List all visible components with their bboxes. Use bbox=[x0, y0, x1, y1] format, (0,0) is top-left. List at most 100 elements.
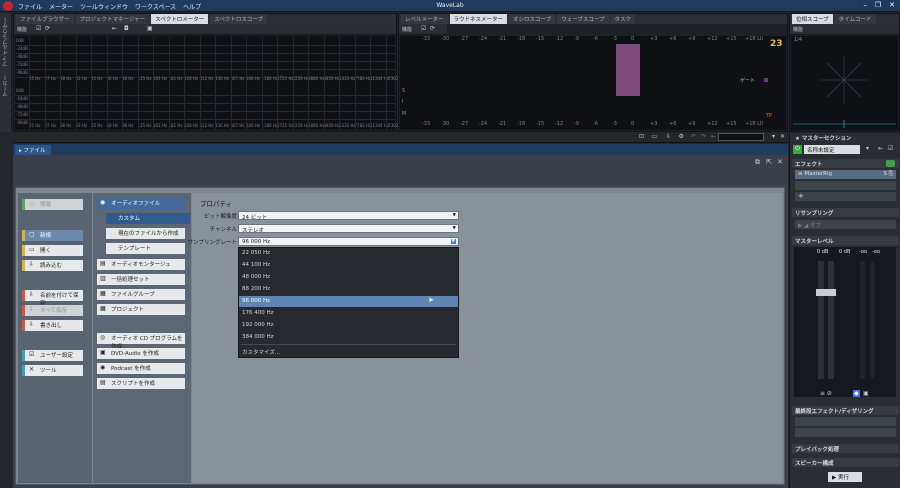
minimize-icon[interactable]: – bbox=[863, 1, 867, 9]
bit-depth-select[interactable]: 24 ビット ▼ bbox=[238, 211, 459, 221]
master-level-header[interactable]: マスターレベル bbox=[792, 236, 899, 245]
first-icon[interactable]: ⇤ bbox=[112, 25, 117, 32]
down-arrow-icon[interactable]: ▾ bbox=[772, 133, 775, 140]
nav-tools[interactable]: ✕ ツール bbox=[22, 365, 83, 376]
option-192000[interactable]: 192 000 Hz bbox=[239, 320, 458, 331]
nav-info[interactable]: ⓘ 情報 bbox=[22, 199, 83, 210]
dock-marker[interactable]: マーカー bbox=[2, 75, 10, 97]
resampling-header[interactable]: リサンプリング bbox=[792, 208, 899, 217]
type-script[interactable]: ▤ スクリプトを作成 bbox=[97, 378, 185, 389]
option-176400[interactable]: 176 400 Hz bbox=[239, 308, 458, 319]
type-project[interactable]: ▦ プロジェクト bbox=[97, 304, 185, 315]
open-file-icon[interactable]: ⊡ bbox=[639, 133, 644, 140]
close-file-view-icon[interactable]: ✕ bbox=[777, 158, 783, 166]
effects-header[interactable]: エフェクト bbox=[792, 159, 899, 168]
solo-icon[interactable]: S ⎘ bbox=[883, 171, 893, 178]
undo-icon[interactable]: ↶ bbox=[691, 133, 696, 140]
x-axis-bottom: 25 Hz 27 Hz 38 Hz 43 Hz 55 Hz 60 Hz 86 Hz 115 H… bbox=[15, 123, 405, 129]
final-effects-header[interactable]: 最終段エフェクト/ディザリング bbox=[792, 406, 899, 415]
type-file-group[interactable]: ▦ ファイルグループ bbox=[97, 289, 185, 300]
type-montage[interactable]: ▤ オーディオモンタージュ bbox=[97, 259, 185, 270]
render-button[interactable]: ▶ 実行 bbox=[828, 472, 862, 482]
effects-power-icon[interactable] bbox=[886, 160, 895, 167]
dock-file-browser[interactable]: ファイルブラウザー bbox=[2, 17, 10, 67]
refresh-icon[interactable]: ⟳ bbox=[430, 25, 435, 32]
channel-select[interactable]: ステレオ ▼ bbox=[238, 224, 459, 234]
file-tab[interactable]: ▸ ファイル bbox=[15, 145, 51, 155]
option-48000[interactable]: 48 000 Hz bbox=[239, 272, 458, 283]
function-menu[interactable]: 機能 bbox=[17, 26, 27, 33]
type-audio-cd[interactable]: ◎ オーディオ CD プログラムを作成 bbox=[97, 333, 185, 350]
nav-import[interactable]: ⇩ 読み込む bbox=[22, 260, 83, 271]
new-file-icon[interactable]: ▭ bbox=[651, 133, 657, 140]
save-icon[interactable]: ⇩ bbox=[666, 133, 671, 140]
redo-icon[interactable]: ↷ bbox=[701, 133, 706, 140]
right-fader-handle[interactable] bbox=[826, 289, 836, 296]
check-icon[interactable]: ☑ bbox=[36, 25, 41, 32]
x-tick: 5333 Hz bbox=[339, 76, 356, 81]
nav-preferences[interactable]: ☑ ユーザー設定 bbox=[22, 350, 83, 361]
close-icon[interactable]: ✕ bbox=[780, 133, 785, 140]
power-icon[interactable]: ⏻ bbox=[793, 145, 802, 154]
resampling-select[interactable]: ▶ ◢ オフ bbox=[795, 220, 896, 229]
option-22050[interactable]: 22 050 Hz bbox=[239, 248, 458, 259]
tab-spectrometer[interactable]: スペクトロメーター bbox=[151, 14, 209, 24]
type-podcast[interactable]: ◉ Podcast を作成 bbox=[97, 363, 185, 374]
check-icon[interactable]: ☑ bbox=[421, 25, 426, 32]
close-icon[interactable]: ✕ bbox=[889, 1, 895, 9]
type-audio-file[interactable]: ◉ オーディオファイル bbox=[97, 198, 185, 209]
option-384000[interactable]: 384 000 Hz bbox=[239, 332, 458, 343]
option-customize[interactable]: カスタマイズ... bbox=[239, 346, 458, 357]
link-icon[interactable]: ≡ ⊘ bbox=[820, 390, 832, 397]
preset-field[interactable]: 名称未設定 bbox=[804, 145, 860, 154]
option-88200[interactable]: 88 200 Hz bbox=[239, 284, 458, 295]
nav-open[interactable]: ▭ 開く bbox=[22, 245, 83, 256]
tab-file-browser[interactable]: ファイルブラウザー bbox=[16, 14, 74, 24]
nav-new[interactable]: ▢ 新規 bbox=[22, 230, 83, 241]
tab-wavescope[interactable]: ウェーブスコープ bbox=[557, 14, 609, 24]
export-icon[interactable]: ⇱ bbox=[766, 158, 772, 166]
tab-spectroscope[interactable]: スペクトロスコープ bbox=[210, 14, 268, 24]
option-44100[interactable]: 44 100 Hz bbox=[239, 260, 458, 271]
type-batch[interactable]: ▥ 一括処理セット bbox=[97, 274, 185, 285]
nav-save-all[interactable]: ⇩ すべて保存 bbox=[22, 305, 83, 316]
settings-icon[interactable]: ⚙ bbox=[679, 133, 684, 140]
nav-export[interactable]: ⇩ 書き出し bbox=[22, 320, 83, 331]
left-fader-handle[interactable] bbox=[816, 289, 826, 296]
camera-icon[interactable]: ◘ bbox=[124, 25, 129, 32]
function-menu[interactable]: 機能 bbox=[793, 26, 803, 33]
sample-rate-select[interactable]: 96 000 Hz ▼ bbox=[238, 237, 459, 246]
function-menu[interactable]: 機能 bbox=[402, 26, 412, 33]
speaker-header[interactable]: スピーカー構成 bbox=[792, 458, 899, 467]
final-slot-1[interactable] bbox=[795, 417, 896, 426]
sub-from-current[interactable]: 現在のファイルから作成 bbox=[106, 228, 185, 239]
copy-icon[interactable]: ⧉ bbox=[755, 158, 760, 167]
image-icon[interactable]: ▣ bbox=[147, 25, 153, 32]
add-effect-icon[interactable]: + bbox=[795, 192, 896, 201]
tab-loudness-meter[interactable]: ラウドネスメーター bbox=[449, 14, 508, 24]
final-slot-2[interactable] bbox=[795, 428, 896, 437]
tab-phase-scope[interactable]: 位相スコープ bbox=[792, 14, 833, 24]
refresh-icon[interactable]: ⟳ bbox=[45, 25, 50, 32]
sub-template[interactable]: テンプレート bbox=[106, 243, 185, 254]
tab-level-meter[interactable]: レベルメーター bbox=[401, 14, 448, 24]
type-dvd-audio[interactable]: ▣ DVD-Audio を作成 bbox=[97, 348, 185, 359]
loudness-tick: -12 bbox=[555, 36, 564, 42]
playback-header[interactable]: プレイバック処理 bbox=[792, 444, 899, 453]
nav-save-as[interactable]: ⇩ 名前を付けて保存 bbox=[22, 290, 83, 307]
tab-task[interactable]: タスク bbox=[610, 14, 636, 24]
restore-icon[interactable]: ❐ bbox=[875, 1, 881, 9]
lock-icon[interactable]: ▣ bbox=[863, 390, 869, 397]
workspace-combo[interactable] bbox=[718, 133, 764, 141]
effect-slot-masterrig[interactable]: ≡ MasterRig S ⎘ bbox=[795, 170, 896, 179]
tab-project-manager[interactable]: プロジェクトマネージャー bbox=[75, 14, 150, 24]
preset-check-icon[interactable]: ☑ bbox=[888, 145, 893, 152]
preset-arrow-icon[interactable]: ▾ bbox=[866, 145, 869, 152]
dither-icon[interactable]: ◆ bbox=[853, 390, 860, 397]
tab-timecode[interactable]: タイムコード bbox=[834, 14, 876, 24]
effect-slot-empty[interactable] bbox=[795, 181, 896, 190]
back-icon[interactable]: ← bbox=[711, 133, 716, 140]
option-96000[interactable]: 96 000 Hz bbox=[239, 296, 458, 307]
preset-save-icon[interactable]: ⇤ bbox=[878, 145, 883, 152]
tab-oscilloscope[interactable]: オシロスコープ bbox=[509, 14, 556, 24]
